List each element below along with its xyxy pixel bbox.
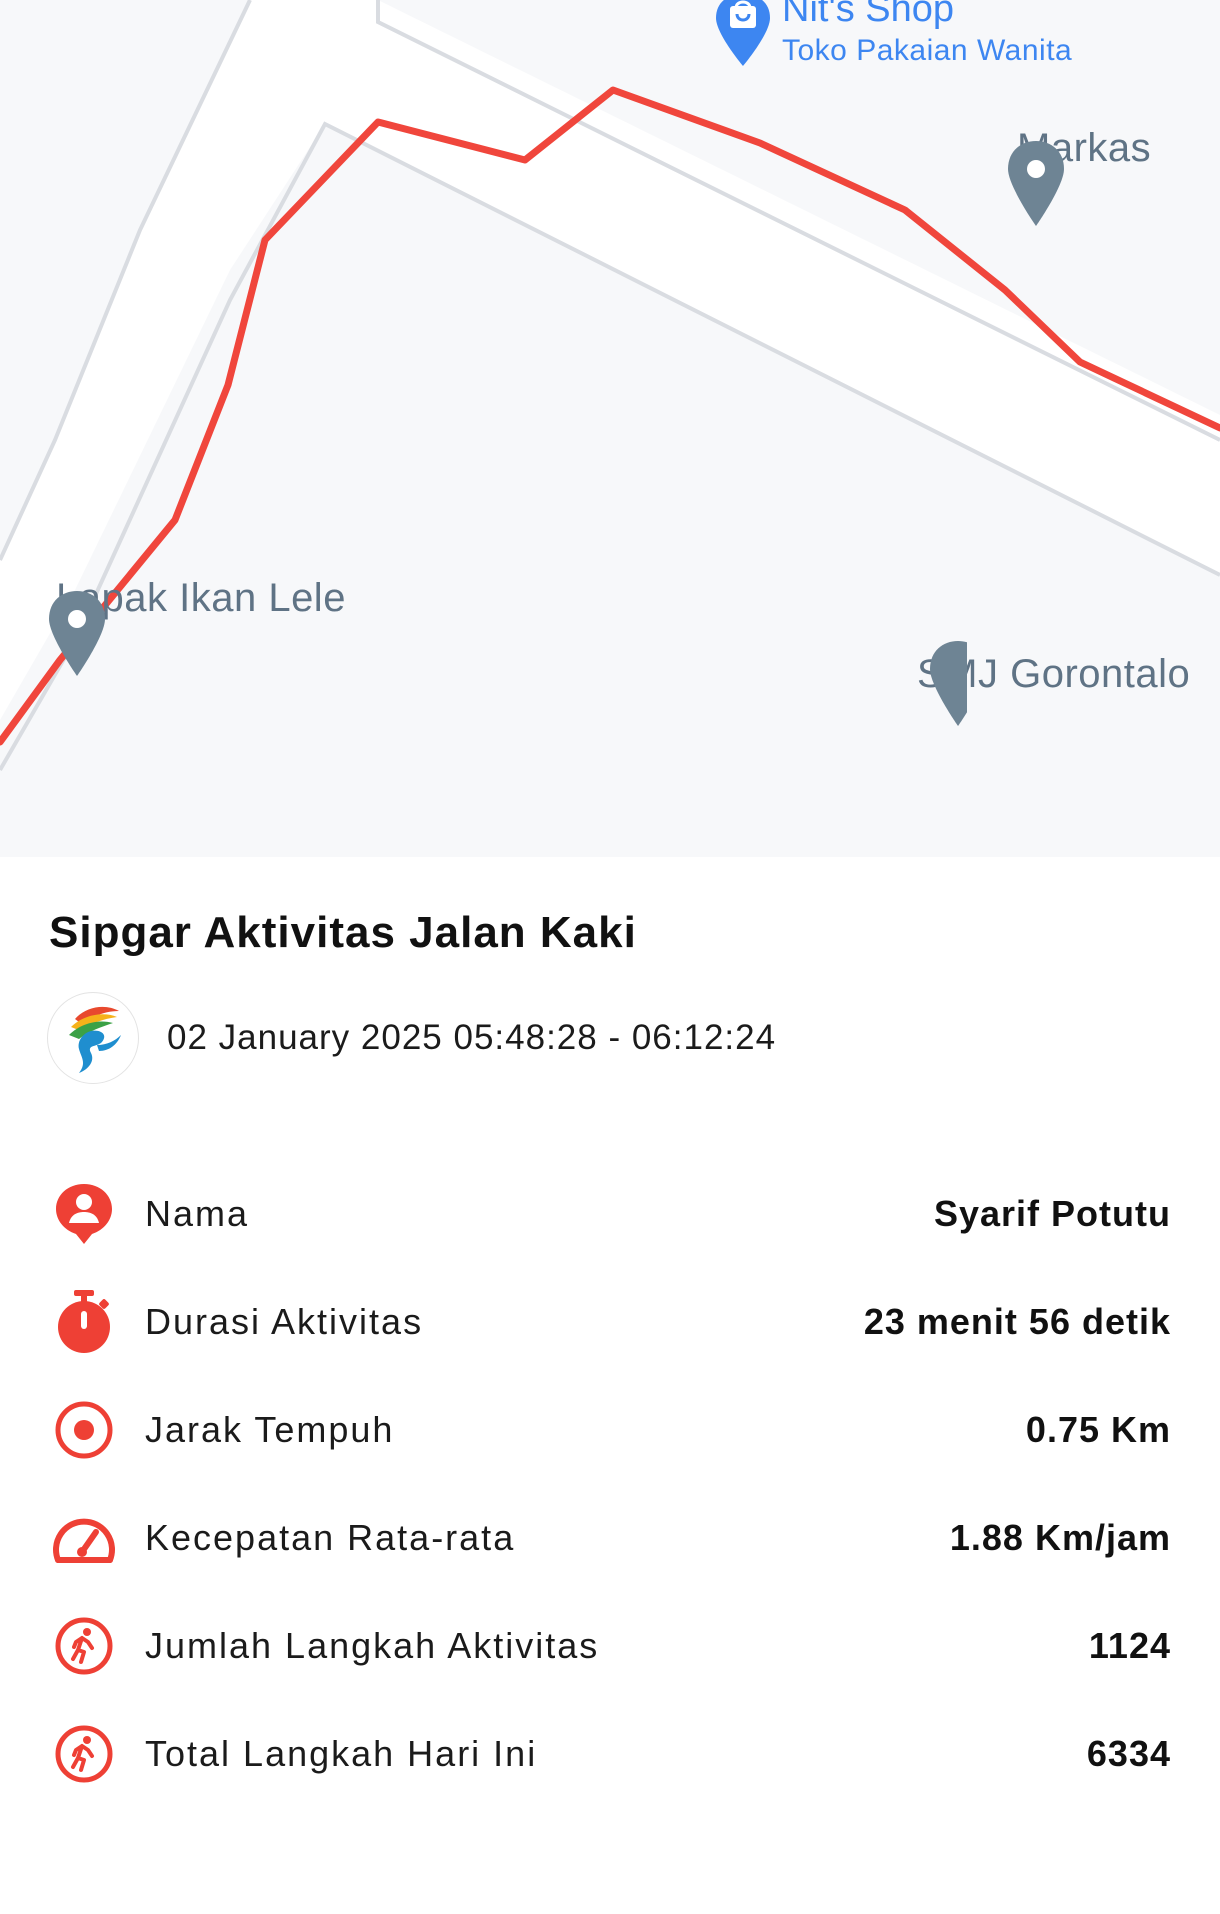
stat-value: 1124 (1088, 1625, 1171, 1666)
location-pin-icon (1008, 141, 1064, 226)
stat-row-nama: Nama Syarif Potutu (49, 1160, 1171, 1268)
activity-stats: Nama Syarif Potutu Durasi Aktivitas 23 m… (49, 1160, 1171, 1808)
smj-poi[interactable]: SMJ Gorontalo (917, 640, 1190, 726)
location-pin-icon (49, 591, 105, 676)
activity-datetime-row: 02 January 2025 05:48:28 - 06:12:24 (47, 992, 776, 1084)
markas-poi[interactable]: Markas (1005, 126, 1151, 226)
stat-value: 23 menit 56 detik (863, 1301, 1171, 1342)
activity-datetime: 02 January 2025 05:48:28 - 06:12:24 (167, 1018, 777, 1057)
stat-row-jarak: Jarak Tempuh 0.75 Km (49, 1376, 1171, 1484)
shop-name[interactable]: Nit's Shop (782, 0, 954, 31)
stat-label: Total Langkah Hari Ini (145, 1733, 538, 1774)
runner-logo-icon (47, 992, 139, 1084)
stat-label: Durasi Aktivitas (145, 1301, 424, 1342)
stat-value: 0.75 Km (1025, 1409, 1171, 1450)
shopping-bag-pin-icon (716, 0, 770, 66)
person-pin-icon (49, 1179, 119, 1249)
stat-row-jumlah-langkah: Jumlah Langkah Aktivitas 1124 (49, 1592, 1171, 1700)
stopwatch-icon (49, 1287, 119, 1357)
shop-category: Toko Pakaian Wanita (782, 34, 1073, 67)
stat-row-durasi: Durasi Aktivitas 23 menit 56 detik (49, 1268, 1171, 1376)
stat-label: Kecepatan Rata-rata (145, 1517, 516, 1558)
activity-screen: Nit's Shop Toko Pakaian Wanita Markas La… (0, 0, 1220, 1914)
stat-label: Jarak Tempuh (145, 1409, 395, 1450)
stat-row-total-langkah: Total Langkah Hari Ini 6334 (49, 1700, 1171, 1808)
stat-label: Nama (145, 1193, 250, 1234)
stat-row-kecepatan: Kecepatan Rata-rata 1.88 Km/jam (49, 1484, 1171, 1592)
speedometer-icon (49, 1503, 119, 1573)
route-map[interactable]: Nit's Shop Toko Pakaian Wanita Markas La… (0, 0, 1220, 857)
target-icon (49, 1395, 119, 1465)
walking-icon (49, 1611, 119, 1681)
walking-icon (49, 1719, 119, 1789)
lapak-poi[interactable]: Lapak Ikan Lele (46, 576, 346, 676)
stat-value: 1.88 Km/jam (949, 1517, 1171, 1558)
stat-label: Jumlah Langkah Aktivitas (145, 1625, 600, 1666)
activity-title: Sipgar Aktivitas Jalan Kaki (49, 908, 637, 957)
stat-value: 6334 (1086, 1733, 1171, 1774)
location-pin-icon (930, 641, 967, 726)
stat-value: Syarif Potutu (933, 1193, 1171, 1234)
